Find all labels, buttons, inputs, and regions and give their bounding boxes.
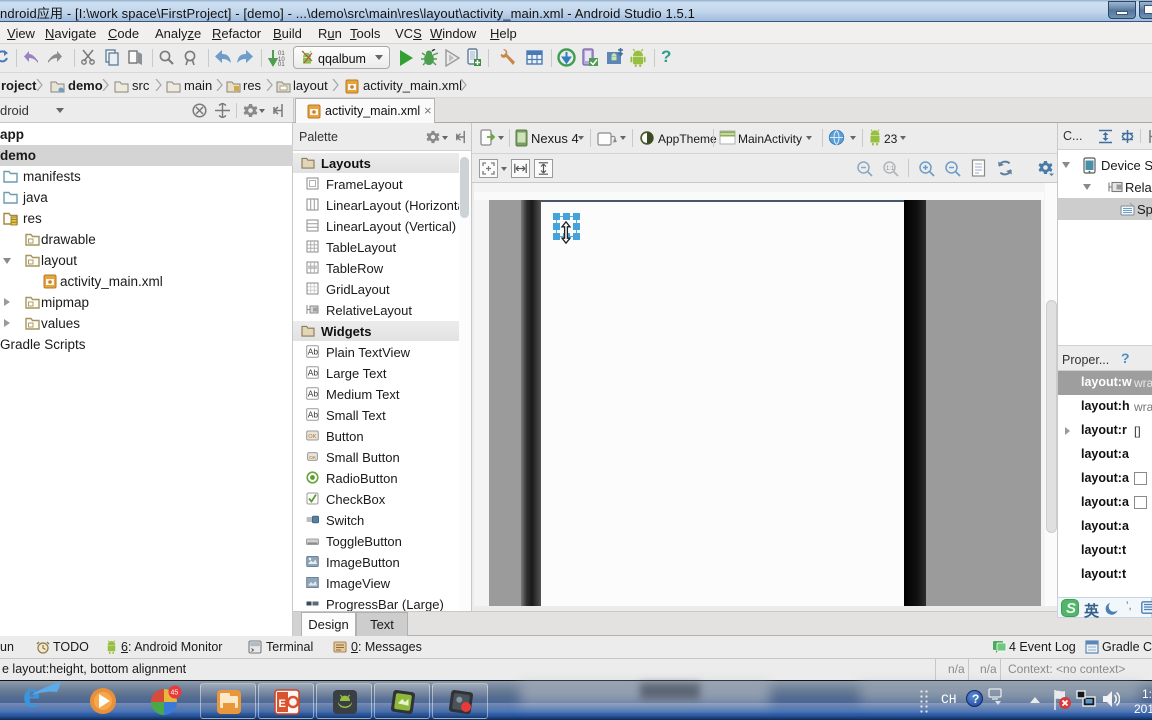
svg-text:OK: OK [309,455,317,461]
svg-text:01: 01 [278,62,285,67]
svg-text:OK: OK [308,434,316,440]
svg-text:1:1: 1:1 [886,166,895,172]
svg-text:Ab: Ab [308,368,319,378]
svg-text:E: E [279,698,286,710]
svg-text:Ab: Ab [308,389,319,399]
svg-text:Ab: Ab [308,347,319,357]
svg-text:45: 45 [171,690,179,697]
svg-text:Ab: Ab [308,410,319,420]
